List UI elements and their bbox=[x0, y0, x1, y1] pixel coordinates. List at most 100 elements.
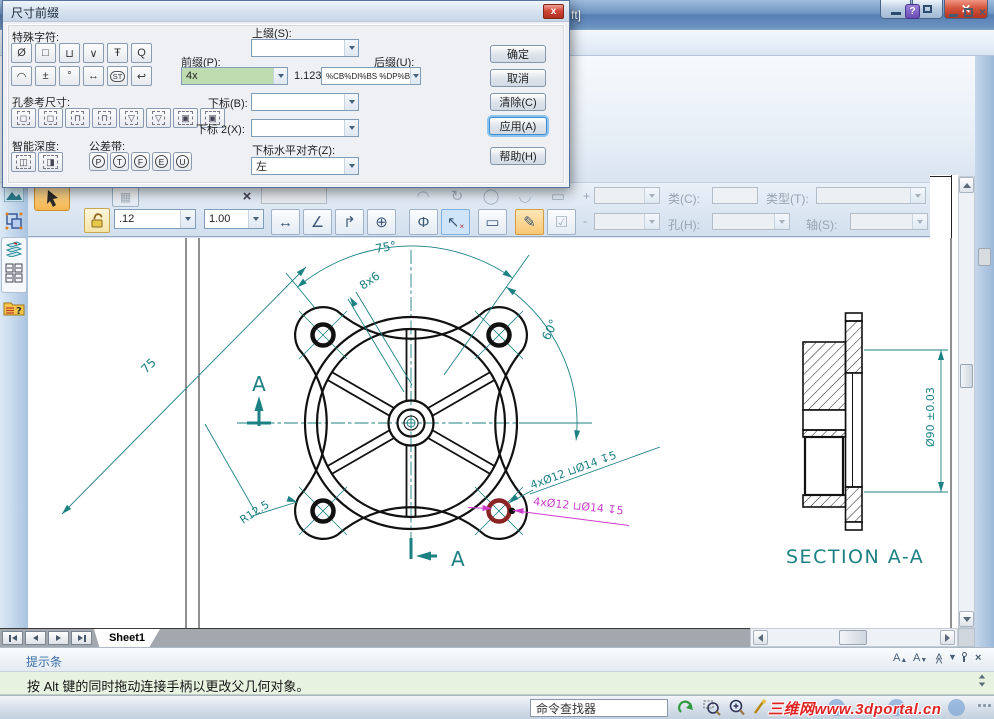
help-button[interactable]: 帮助(H) bbox=[490, 147, 546, 165]
help-folder-icon[interactable]: ? bbox=[3, 299, 25, 316]
square-symbol-button[interactable]: □ bbox=[35, 43, 56, 63]
dim-prefix-button[interactable]: ✎ bbox=[515, 209, 544, 235]
hook-arrow-button[interactable]: ↩ bbox=[131, 66, 152, 86]
prefix-dropdown[interactable]: 4x bbox=[181, 67, 288, 85]
select-tool-button[interactable] bbox=[34, 184, 70, 211]
scroll-down-button[interactable] bbox=[959, 611, 974, 627]
dim-angle-button[interactable]: ∠ bbox=[303, 209, 332, 235]
dialog-titlebar[interactable]: 尺寸前缀 bbox=[3, 1, 569, 22]
hole-ref-button-1[interactable]: ◻ bbox=[11, 108, 36, 128]
countersink-symbol-button[interactable]: ∨ bbox=[83, 43, 104, 63]
style-brush-icon[interactable] bbox=[752, 699, 767, 716]
font-increase-button[interactable]: A ▲ bbox=[893, 652, 907, 664]
dim-edit-button[interactable]: ↖ × bbox=[441, 209, 470, 235]
hint-close-icon[interactable]: × bbox=[975, 652, 981, 664]
hole-ref-button-5[interactable]: ▽ bbox=[119, 108, 144, 128]
tolerance-p-button[interactable]: P bbox=[89, 152, 108, 171]
hint-scroll-down-icon[interactable] bbox=[978, 682, 986, 687]
depth-symbol-button[interactable]: Ŧ bbox=[107, 43, 128, 63]
dim-linear-button[interactable]: ↔ bbox=[271, 209, 300, 235]
sub-align-dropdown[interactable]: 左 bbox=[251, 157, 359, 175]
dim-leader-button[interactable]: ↱ bbox=[335, 209, 364, 235]
sheet-tab-strip: Sheet1 bbox=[0, 628, 750, 647]
collapse-icon[interactable]: ≫ bbox=[932, 653, 945, 665]
resize-grip[interactable] bbox=[978, 704, 991, 707]
suffix-dropdown[interactable]: %CB%DI%BS %DP%B bbox=[321, 67, 421, 85]
section-view[interactable] bbox=[802, 312, 863, 531]
subscript-dropdown[interactable] bbox=[251, 93, 359, 111]
zoom-area-icon[interactable] bbox=[703, 699, 721, 716]
smart-depth-button-2[interactable]: ◨ bbox=[38, 152, 63, 172]
st-tolerance-button[interactable]: ST bbox=[107, 66, 128, 86]
tolerance-u-button[interactable]: U bbox=[173, 152, 192, 171]
sheet-tab[interactable]: Sheet1 bbox=[94, 629, 160, 647]
dialog-close-button[interactable]: x bbox=[543, 4, 564, 19]
svg-text:?: ? bbox=[16, 306, 22, 316]
dimension-scale-dropdown[interactable]: 1.00 bbox=[204, 209, 264, 229]
dialog-close-icon: x bbox=[550, 6, 557, 17]
select-overlap-icon[interactable] bbox=[5, 212, 23, 230]
zoom-icon[interactable] bbox=[728, 699, 746, 716]
hole-ref-button-4[interactable]: ⊓ bbox=[92, 108, 117, 128]
hint-text: 按 Alt 键的同时拖动连接手柄以更改父几何对象。 bbox=[27, 679, 310, 694]
horizontal-scrollbar[interactable] bbox=[750, 628, 958, 647]
pin-icon[interactable] bbox=[962, 652, 967, 662]
expand-icon[interactable]: ▼ bbox=[948, 652, 957, 662]
dim-check-button[interactable]: ☑ bbox=[547, 209, 576, 235]
mdi-minimize-icon[interactable] bbox=[948, 14, 958, 17]
vscroll-thumb[interactable] bbox=[960, 364, 973, 388]
font-decrease-button[interactable]: A ▼ bbox=[913, 652, 927, 664]
image-icon[interactable] bbox=[4, 187, 24, 202]
delete-tool-button[interactable]: × bbox=[236, 187, 258, 205]
watermark: 三维网www.3dportal.cn bbox=[768, 701, 942, 718]
scroll-up-button[interactable] bbox=[959, 177, 974, 193]
arrow-symbol-button[interactable]: ↔ bbox=[83, 66, 104, 86]
dimension-style-dropdown[interactable]: .12 bbox=[114, 209, 196, 229]
apply-button[interactable]: 应用(A) bbox=[489, 117, 547, 135]
hint-scroll-up-icon[interactable] bbox=[978, 674, 986, 679]
disabled-tool-button[interactable]: ▦ bbox=[112, 186, 139, 207]
dim-text-section[interactable]: Ø90 ±0.03 bbox=[924, 387, 937, 447]
hole-ref-button-2[interactable]: ◻ bbox=[38, 108, 63, 128]
degree-symbol-button[interactable]: ° bbox=[59, 66, 80, 86]
last-sheet-button[interactable] bbox=[71, 631, 92, 645]
annotation-grid-icon[interactable] bbox=[5, 263, 23, 283]
arc-symbol-button[interactable]: ◠ bbox=[11, 66, 32, 86]
lock-button[interactable] bbox=[84, 208, 110, 233]
drawing-canvas[interactable]: 75° 60° 75 8x6 R12.5 4xØ12 ⊔Ø14 ↧5 4xØ12… bbox=[28, 238, 958, 628]
tolerance-t-button[interactable]: T bbox=[110, 152, 129, 171]
scroll-left-button[interactable] bbox=[753, 630, 768, 645]
redo-icon[interactable] bbox=[678, 699, 695, 716]
help-book-icon[interactable]: ? bbox=[905, 4, 920, 19]
superfix-dropdown[interactable] bbox=[251, 39, 359, 57]
cancel-button[interactable]: 取消 bbox=[490, 69, 546, 87]
first-sheet-button[interactable] bbox=[2, 631, 23, 645]
hole-ref-button-7[interactable]: ▣ bbox=[173, 108, 198, 128]
mdi-close-icon[interactable]: × bbox=[979, 5, 986, 19]
origin-symbol-button[interactable]: Q bbox=[131, 43, 152, 63]
diameter-symbol-button[interactable]: Ø bbox=[11, 43, 32, 63]
clear-button[interactable]: 清除(C) bbox=[490, 93, 546, 111]
tolerance-f-button[interactable]: F bbox=[131, 152, 150, 171]
command-finder-input[interactable]: 命令查找器 bbox=[530, 699, 668, 717]
dim-symmetric-button[interactable]: Φ bbox=[409, 209, 438, 235]
next-sheet-button[interactable] bbox=[48, 631, 69, 645]
smart-depth-button-1[interactable]: ◫ bbox=[11, 152, 36, 172]
mdi-restore-icon[interactable] bbox=[963, 7, 973, 17]
section-letter-a2: A bbox=[451, 547, 465, 571]
prev-sheet-button[interactable] bbox=[25, 631, 46, 645]
hole-ref-button-3[interactable]: ⊓ bbox=[65, 108, 90, 128]
vertical-scrollbar[interactable] bbox=[958, 176, 975, 628]
scroll-right-button[interactable] bbox=[940, 630, 955, 645]
plusminus-symbol-button[interactable]: ± bbox=[35, 66, 56, 86]
dim-profile-button[interactable]: ▭ bbox=[478, 209, 507, 235]
tolerance-e-button[interactable]: E bbox=[152, 152, 171, 171]
layers-icon[interactable] bbox=[4, 241, 24, 257]
hole-ref-button-6[interactable]: ▽ bbox=[146, 108, 171, 128]
hscroll-thumb[interactable] bbox=[839, 630, 867, 645]
dim-diameter-button[interactable]: ⊕ bbox=[367, 209, 396, 235]
dock-handle[interactable] bbox=[978, 248, 991, 266]
ok-button[interactable]: 确定 bbox=[490, 45, 546, 63]
subscript2-dropdown[interactable] bbox=[251, 119, 359, 137]
counterbore-symbol-button[interactable]: ⊔ bbox=[59, 43, 80, 63]
